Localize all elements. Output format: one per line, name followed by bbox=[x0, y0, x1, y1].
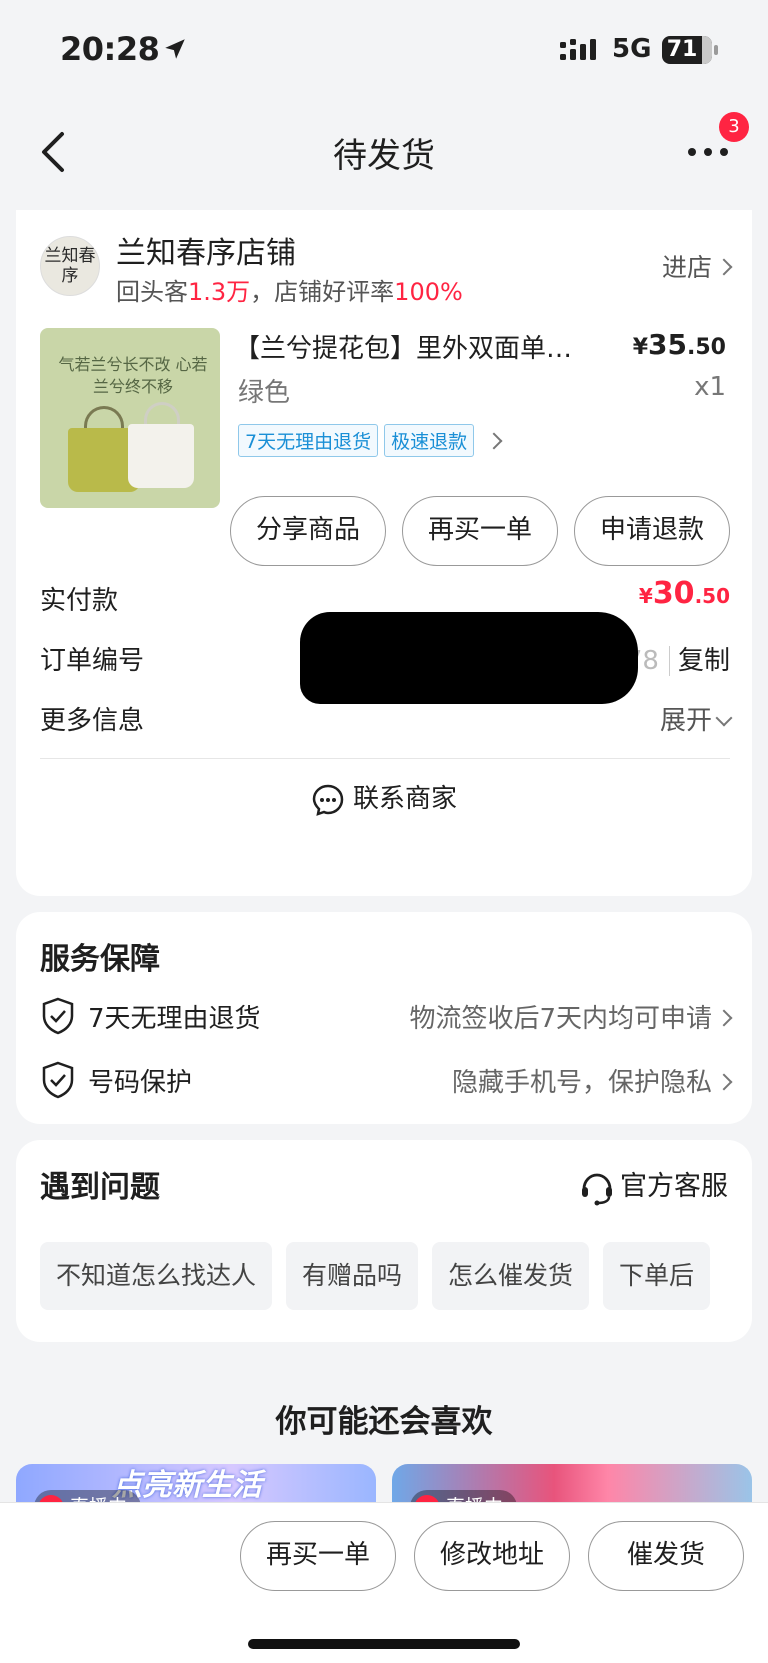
official-support-link[interactable]: 官方客服 bbox=[578, 1164, 728, 1207]
buy-again-button[interactable]: 再买一单 bbox=[402, 496, 558, 566]
shop-name[interactable]: 兰知春序店铺 bbox=[116, 228, 296, 272]
product-variant: 绿色 bbox=[238, 378, 291, 408]
nav-bar: 待发货 3 bbox=[0, 100, 768, 200]
battery-level: 71 bbox=[666, 37, 698, 62]
faq-chips: 不知道怎么找达人 有赠品吗 怎么催发货 下单后 bbox=[40, 1242, 730, 1312]
paid-label: 实付款 bbox=[40, 586, 119, 616]
service-tags[interactable]: 7天无理由退货 极速退款 bbox=[238, 424, 503, 457]
more-info-label: 更多信息 bbox=[40, 706, 145, 736]
order-number-label: 订单编号 bbox=[40, 646, 145, 676]
order-card: 兰知春序 兰知春序店铺 回头客1.3万，店铺好评率100% 进店 气若兰兮长不改… bbox=[16, 210, 752, 896]
faq-chip[interactable]: 不知道怎么找达人 bbox=[40, 1242, 273, 1310]
copy-button[interactable]: 复制 bbox=[668, 646, 730, 676]
faq-chip[interactable]: 有赠品吗 bbox=[286, 1242, 419, 1310]
shield-check-icon bbox=[42, 1061, 74, 1099]
page-title: 待发货 bbox=[333, 136, 435, 176]
shop-stats: 回头客1.3万，店铺好评率100% bbox=[116, 272, 463, 307]
modify-address-button[interactable]: 修改地址 bbox=[414, 1521, 570, 1591]
problems-title: 遇到问题 bbox=[40, 1170, 160, 1205]
shield-check-icon bbox=[42, 997, 74, 1035]
request-refund-button[interactable]: 申请退款 bbox=[574, 496, 730, 566]
returning-label: 回头客 bbox=[116, 278, 188, 306]
home-indicator[interactable] bbox=[248, 1639, 520, 1649]
official-support-label: 官方客服 bbox=[620, 1171, 728, 1202]
status-time: 20:28 bbox=[60, 30, 160, 68]
buy-again-button[interactable]: 再买一单 bbox=[240, 1521, 396, 1591]
chevron-right-icon bbox=[715, 1009, 733, 1027]
service-title: 服务保障 bbox=[40, 942, 160, 977]
tag-fast-refund: 极速退款 bbox=[384, 424, 475, 457]
returning-value: 1.3万 bbox=[188, 278, 251, 306]
share-product-button[interactable]: 分享商品 bbox=[230, 496, 386, 566]
paid-amount: ¥30.50 bbox=[638, 576, 730, 611]
service-item-phone-protection[interactable]: 号码保护 隐藏手机号，保护隐私 bbox=[40, 1058, 733, 1102]
status-bar: 20:28 5G 71 bbox=[0, 0, 768, 100]
shop-avatar[interactable]: 兰知春序 bbox=[40, 236, 100, 296]
service-item-desc: 物流签收后7天内均可申请 bbox=[409, 998, 733, 1035]
product-quantity: x1 bbox=[694, 372, 726, 402]
more-dots-icon[interactable] bbox=[686, 140, 730, 164]
service-item-label: 号码保护 bbox=[88, 1068, 193, 1098]
chevron-down-icon bbox=[715, 709, 733, 727]
chat-bubble-icon bbox=[312, 784, 344, 816]
problems-card: 遇到问题 官方客服 不知道怎么找达人 有赠品吗 怎么催发货 下单后 bbox=[16, 1140, 752, 1342]
faq-chip[interactable]: 怎么催发货 bbox=[432, 1242, 590, 1310]
service-item-return[interactable]: 7天无理由退货 物流签收后7天内均可申请 bbox=[40, 994, 733, 1038]
product-price: ¥35.50 bbox=[632, 328, 726, 361]
enter-shop-label: 进店 bbox=[661, 253, 712, 282]
order-action-buttons: 分享商品 再买一单 申请退款 bbox=[214, 496, 730, 566]
location-arrow-icon bbox=[165, 39, 185, 59]
battery-icon: 71 bbox=[662, 36, 718, 64]
service-item-label: 7天无理由退货 bbox=[88, 1004, 261, 1034]
product-title[interactable]: 【兰兮提花包】里外双面单肩包 bbox=[234, 328, 584, 365]
contact-merchant-button[interactable]: 联系商家 bbox=[16, 778, 752, 817]
urge-shipping-button[interactable]: 催发货 bbox=[588, 1521, 744, 1591]
white-bag-shape bbox=[128, 424, 194, 488]
product-image[interactable]: 气若兰兮长不改 心若兰兮终不移 bbox=[40, 328, 220, 508]
service-item-desc: 隐藏手机号，保护隐私 bbox=[452, 1062, 733, 1099]
chevron-right-icon bbox=[715, 258, 733, 276]
chevron-right-icon bbox=[485, 432, 503, 449]
service-guarantee-card: 服务保障 7天无理由退货 物流签收后7天内均可申请 号码保护 隐藏手机号，保护隐… bbox=[16, 912, 752, 1124]
bottom-buttons: 再买一单 修改地址 催发货 bbox=[222, 1521, 744, 1591]
faq-chip[interactable]: 下单后 bbox=[603, 1242, 711, 1310]
rating-value: 100% bbox=[394, 278, 463, 306]
tag-7day-return: 7天无理由退货 bbox=[238, 424, 379, 457]
signal-icon bbox=[560, 39, 596, 60]
bottom-action-bar: 再买一单 修改地址 催发货 bbox=[0, 1502, 768, 1663]
rating-label: ，店铺好评率 bbox=[250, 278, 395, 306]
contact-merchant-label: 联系商家 bbox=[352, 784, 457, 814]
product-image-text: 气若兰兮长不改 心若兰兮终不移 bbox=[58, 355, 208, 396]
redaction-mark bbox=[300, 612, 638, 704]
recommend-title: 你可能还会喜欢 bbox=[275, 1404, 493, 1440]
chevron-right-icon bbox=[715, 1073, 733, 1091]
more-info-row[interactable]: 更多信息 展开 bbox=[40, 700, 733, 740]
headset-icon bbox=[582, 1173, 612, 1205]
enter-shop-link[interactable]: 进店 bbox=[661, 248, 733, 284]
expand-toggle[interactable]: 展开 bbox=[660, 700, 733, 737]
network-type: 5G bbox=[612, 34, 652, 64]
notification-badge: 3 bbox=[719, 112, 749, 142]
divider bbox=[40, 758, 730, 759]
